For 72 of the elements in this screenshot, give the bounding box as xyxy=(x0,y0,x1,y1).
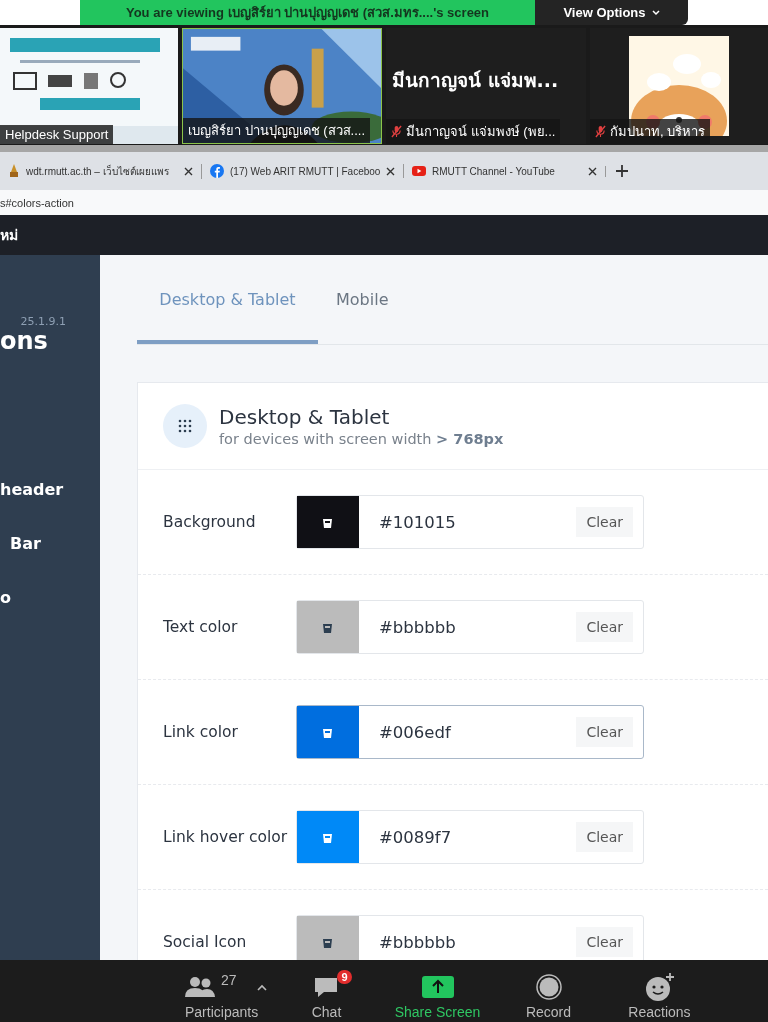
caret-icon[interactable] xyxy=(256,983,267,991)
smiley-plus-icon xyxy=(644,973,675,1001)
color-value: #bbbbbb xyxy=(378,617,457,637)
participant-label: Helpdesk Support xyxy=(0,125,114,144)
participant-count: 27 xyxy=(221,972,237,988)
toolbar-button[interactable]: Record xyxy=(493,970,604,1020)
color-swatch[interactable] xyxy=(297,706,359,758)
clear-button[interactable]: Clear xyxy=(576,717,633,747)
setting-label: Text color xyxy=(162,616,239,638)
tab-title: RMUTT Channel - YouTube xyxy=(432,165,556,177)
site-title: หม่ xyxy=(0,226,18,245)
color-swatch[interactable] xyxy=(297,601,359,653)
sidebar-item[interactable]: o xyxy=(0,588,66,643)
participant-name: มีนกาญจน์ แจ่มพ... xyxy=(391,68,560,94)
chat-icon xyxy=(313,975,340,999)
viewing-banner: You are viewing เบญสิร์ยา ปานปุญญเดช (สวส.มทร....'s screen xyxy=(80,0,535,25)
sidebar-item[interactable]: Bar xyxy=(0,534,66,589)
toolbar-button[interactable]: Share Screen xyxy=(382,970,493,1020)
browser-tab[interactable]: (17) Web ARIT RMUTT | Faceboo xyxy=(210,164,404,178)
color-swatch[interactable] xyxy=(297,496,359,548)
record-icon xyxy=(535,974,562,1000)
version-label: 25.1.9.1 xyxy=(20,315,66,328)
card-subtitle: for devices with screen width > 768px xyxy=(219,431,504,447)
color-swatch[interactable] xyxy=(297,916,359,960)
setting-label: Link color xyxy=(162,721,239,743)
tab[interactable]: Mobile xyxy=(318,255,407,344)
tab-title: (17) Web ARIT RMUTT | Faceboo xyxy=(230,165,380,177)
address-text[interactable]: s#colors-action xyxy=(0,196,74,209)
participant-label: เบญสิร์ยา ปานปุญญเดช (สวส.... xyxy=(183,118,370,143)
setting-label: Social Icon xyxy=(162,931,248,953)
tab-title: wdt.rmutt.ac.th – เว็บไซต์เผยแพร xyxy=(26,163,170,179)
clear-button[interactable]: Clear xyxy=(576,927,633,957)
close-icon[interactable] xyxy=(184,166,193,176)
browser-tab[interactable]: wdt.rmutt.ac.th – เว็บไซต์เผยแพร xyxy=(8,163,202,179)
new-tab-icon[interactable] xyxy=(616,165,628,177)
color-value: #006edf xyxy=(378,722,452,742)
color-picker[interactable]: #101015 Clear xyxy=(296,495,644,549)
temple-icon xyxy=(8,164,20,178)
participant-label: มีนกาญจน์ แจ่มพงษ์ (พย... xyxy=(386,119,561,144)
grid-icon xyxy=(163,404,207,448)
people-icon xyxy=(185,976,215,998)
setting-label: Link hover color xyxy=(162,826,289,848)
color-picker[interactable]: #006edf Clear xyxy=(296,705,644,759)
color-swatch[interactable] xyxy=(297,811,359,863)
clear-button[interactable]: Clear xyxy=(576,822,633,852)
chevron-icon xyxy=(651,9,660,16)
close-icon[interactable] xyxy=(386,166,395,176)
browser-tab[interactable]: RMUTT Channel - YouTube xyxy=(412,165,606,177)
sidebar-title: ons xyxy=(0,328,49,355)
clear-button[interactable]: Clear xyxy=(576,612,633,642)
toolbar-button[interactable]: 9 Chat xyxy=(271,970,382,1020)
muted-mic-icon xyxy=(595,125,606,138)
facebook-icon xyxy=(210,164,224,178)
unread-badge: 9 xyxy=(337,970,352,984)
view-options-button[interactable]: View Options xyxy=(535,0,688,25)
share-screen-icon xyxy=(421,976,454,998)
color-picker[interactable]: #0089f7 Clear xyxy=(296,810,644,864)
color-picker[interactable]: #bbbbbb Clear xyxy=(296,915,644,960)
participant-label: กัมปนาท, บริหาร xyxy=(590,119,711,144)
toolbar-button[interactable]: 27 Participants xyxy=(185,970,271,1020)
color-picker[interactable]: #bbbbbb Clear xyxy=(296,600,644,654)
color-value: #101015 xyxy=(378,512,457,532)
color-value: #0089f7 xyxy=(378,827,453,847)
toolbar-button[interactable]: Reactions xyxy=(604,970,715,1020)
muted-mic-icon xyxy=(391,125,402,138)
color-value: #bbbbbb xyxy=(378,932,457,952)
close-icon[interactable] xyxy=(588,166,597,176)
clear-button[interactable]: Clear xyxy=(576,507,633,537)
card-title: Desktop & Tablet xyxy=(219,405,391,429)
sidebar-item[interactable]: header xyxy=(0,480,66,535)
youtube-icon xyxy=(412,166,426,176)
setting-label: Background xyxy=(162,511,257,533)
